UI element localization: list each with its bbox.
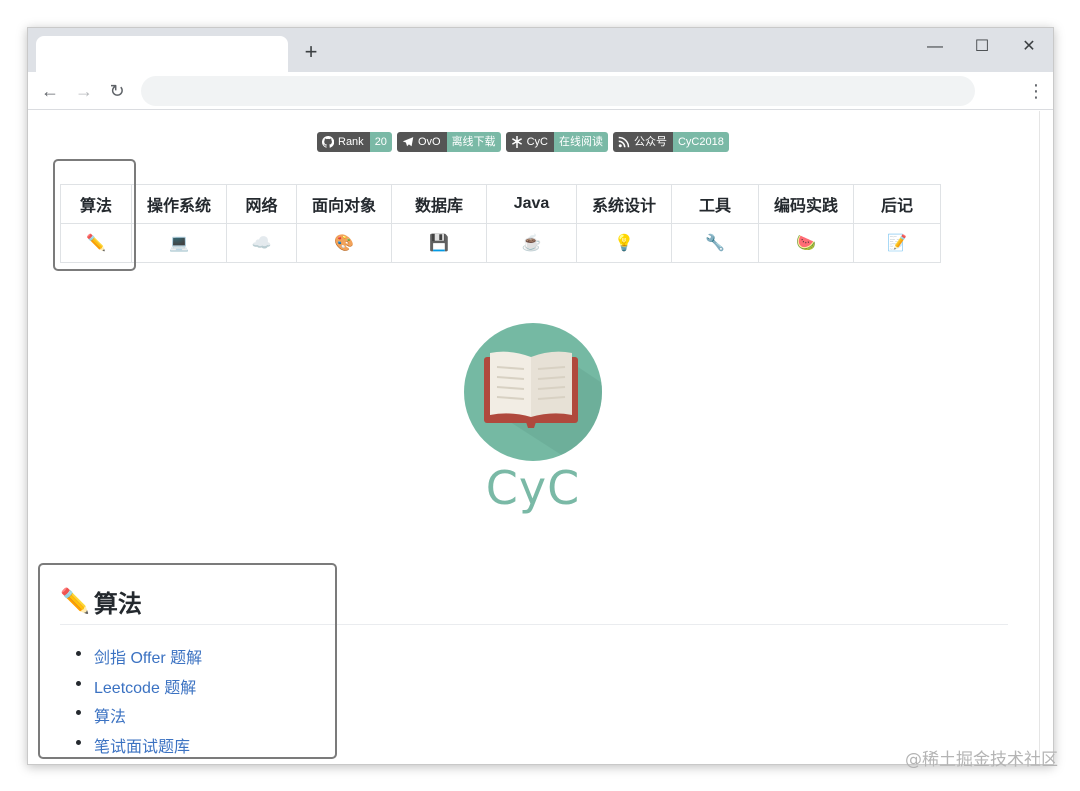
maximize-button[interactable]: ☐ xyxy=(962,34,1002,60)
badge-cyc-value: 在线阅读 xyxy=(553,132,608,152)
wrench-icon[interactable]: 🔧 xyxy=(671,223,759,263)
forward-button[interactable]: → xyxy=(72,79,96,103)
active-tab[interactable] xyxy=(36,36,288,72)
floppy-disk-icon[interactable]: 💾 xyxy=(391,223,487,263)
close-window-button[interactable]: ✕ xyxy=(1009,34,1049,60)
memo-icon[interactable]: 📝 xyxy=(853,223,941,263)
category-database[interactable]: 数据库 xyxy=(391,184,487,224)
category-system-design[interactable]: 系统设计 xyxy=(576,184,672,224)
telegram-icon xyxy=(402,137,414,147)
light-bulb-icon[interactable]: 💡 xyxy=(576,223,672,263)
minimize-button[interactable]: — xyxy=(915,34,955,60)
badge-wechat[interactable]: 公众号 CyC2018 xyxy=(612,132,729,152)
category-afterword[interactable]: 后记 xyxy=(853,184,941,224)
watermelon-icon[interactable]: 🍉 xyxy=(758,223,854,263)
back-button[interactable]: ← xyxy=(38,79,62,103)
browser-menu-button[interactable]: ⋮ xyxy=(1027,79,1045,103)
badge-ovo-label: OvO xyxy=(417,136,441,148)
badge-cyc[interactable]: CyC 在线阅读 xyxy=(505,132,608,152)
badge-row: Rank 20 OvO 离线下载 CyC 在线阅读 公众号 CyC2018 xyxy=(317,132,729,152)
logo-text: CyC xyxy=(485,461,581,515)
badge-cyc-label: CyC xyxy=(526,136,548,148)
cloud-icon[interactable]: ☁️ xyxy=(226,223,297,263)
laptop-icon[interactable]: 💻 xyxy=(131,223,227,263)
coffee-icon[interactable]: ☕️ xyxy=(486,223,577,263)
address-bar[interactable] xyxy=(141,76,975,106)
badge-wechat-value: CyC2018 xyxy=(672,132,729,152)
book-logo-icon xyxy=(464,323,602,461)
palette-icon[interactable]: 🎨 xyxy=(296,223,392,263)
asterisk-icon xyxy=(511,136,522,148)
category-tools[interactable]: 工具 xyxy=(671,184,759,224)
highlight-box-table-cell xyxy=(53,159,136,271)
tab-strip: + — ☐ ✕ xyxy=(28,28,1053,72)
category-header-row: 算法 操作系统 网络 面向对象 数据库 Java 系统设计 工具 编码实践 后记 xyxy=(60,184,941,224)
category-network[interactable]: 网络 xyxy=(226,184,297,224)
new-tab-button[interactable]: + xyxy=(300,41,322,64)
category-coding-practice[interactable]: 编码实践 xyxy=(758,184,854,224)
category-oop[interactable]: 面向对象 xyxy=(296,184,392,224)
badge-ovo-value: 离线下载 xyxy=(446,132,501,152)
github-icon xyxy=(322,136,334,148)
browser-toolbar: ← → ↻ ⋮ xyxy=(28,72,1053,110)
reload-button[interactable]: ↻ xyxy=(105,79,129,103)
category-os[interactable]: 操作系统 xyxy=(131,184,227,224)
highlight-box-section xyxy=(38,563,337,759)
category-table: 算法 操作系统 网络 面向对象 数据库 Java 系统设计 工具 编码实践 后记… xyxy=(60,184,941,263)
category-java[interactable]: Java xyxy=(486,184,577,224)
watermark: @稀土掘金技术社区 xyxy=(905,750,1058,770)
badge-rank-value: 20 xyxy=(369,132,392,152)
badge-rank[interactable]: Rank 20 xyxy=(317,132,392,152)
badge-ovo[interactable]: OvO 离线下载 xyxy=(396,132,501,152)
badge-rank-label: Rank xyxy=(338,136,364,148)
category-icon-row: ✏️ 💻 ☁️ 🎨 💾 ☕️ 💡 🔧 🍉 📝 xyxy=(60,223,941,263)
vertical-scrollbar[interactable] xyxy=(1039,111,1053,764)
rss-icon xyxy=(618,136,630,148)
badge-wechat-label: 公众号 xyxy=(633,136,667,148)
